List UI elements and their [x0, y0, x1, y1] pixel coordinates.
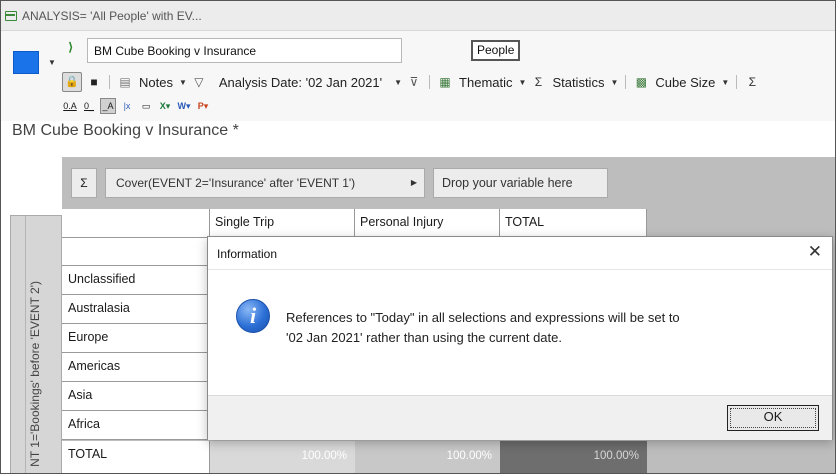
row-variable-axis[interactable]: NT 1='Bookings' before 'EVENT 2') [10, 215, 62, 474]
sigma-button[interactable]: Σ [71, 168, 97, 198]
chevron-down-icon[interactable]: ▼ [721, 78, 729, 87]
column-variable-label: Cover(EVENT 2='Insurance' after 'EVENT 1… [116, 176, 356, 190]
zero-format-icon[interactable]: 0_ [81, 98, 97, 114]
row-header[interactable]: Africa [62, 411, 210, 440]
close-icon[interactable]: ✕ [808, 242, 822, 262]
chevron-down-icon[interactable]: ▼ [519, 78, 527, 87]
table-corner [62, 209, 210, 238]
dialog-message-line: References to "Today" in all selections … [286, 310, 680, 325]
dialog-message: References to "Today" in all selections … [286, 308, 806, 348]
sigma-icon[interactable]: Σ [530, 74, 546, 90]
funnel-filter-icon[interactable]: ⊽ [406, 74, 422, 90]
divider [25, 216, 26, 473]
save-icon[interactable]: ■ [86, 74, 102, 90]
image-export-icon[interactable]: ▭ [138, 98, 154, 114]
separator [429, 75, 431, 89]
column-variable-chip[interactable]: Cover(EVENT 2='Insurance' after 'EVENT 1… [105, 168, 425, 198]
report-title: BM Cube Booking v Insurance * [12, 122, 239, 139]
dialog-footer: OK [208, 395, 832, 440]
analysis-name-input[interactable] [87, 38, 402, 63]
excel-icon[interactable]: X▾ [157, 98, 173, 114]
total-cell[interactable]: 100.00% [500, 441, 647, 474]
decimal-format-icon[interactable]: 0.A [62, 98, 78, 114]
row-header[interactable]: Americas [62, 353, 210, 382]
people-button[interactable]: People [471, 40, 521, 61]
toolbar: ▼ ⟩ People 🔒 ■ ▤ Notes ▼ ▽ Analysis Date… [0, 31, 836, 121]
row-header[interactable]: Asia [62, 382, 210, 411]
chevron-down-icon[interactable]: ▼ [394, 78, 402, 87]
dialog-body: i References to "Today" in all selection… [208, 269, 832, 395]
chevron-down-icon[interactable]: ▼ [610, 78, 618, 87]
word-icon[interactable]: W▾ [176, 98, 192, 114]
separator [109, 75, 110, 89]
info-icon: i [236, 299, 270, 333]
ok-button[interactable]: OK [727, 405, 819, 431]
powerpoint-icon[interactable]: P▾ [195, 98, 211, 114]
sigma-plus-icon[interactable]: Σ [744, 74, 760, 90]
formula-icon[interactable]: |x [119, 98, 135, 114]
cube-size-icon[interactable]: ▩ [633, 74, 649, 90]
row-header[interactable]: Europe [62, 324, 210, 353]
rename-icon: ⟩ [68, 40, 74, 54]
separator [625, 75, 627, 89]
thematic-grid-icon[interactable]: ▦ [437, 74, 453, 90]
statistics-menu[interactable]: Statistics [552, 75, 604, 90]
toolbar-row-main: 🔒 ■ ▤ Notes ▼ ▽ Analysis Date: '02 Jan 2… [62, 71, 760, 93]
analysis-date-button[interactable]: Analysis Date: '02 Jan 2021' [219, 75, 382, 90]
dialog-title: Information [217, 247, 278, 261]
information-dialog: Information ✕ i References to "Today" in… [207, 236, 833, 440]
column-header[interactable]: Single Trip [210, 209, 355, 238]
row-header-total[interactable]: TOTAL [62, 441, 210, 474]
chevron-down-icon[interactable]: ▼ [48, 58, 56, 67]
drop-variable-target[interactable]: Drop your variable here [433, 168, 608, 198]
separator [736, 75, 738, 89]
notes-icon[interactable]: ▤ [117, 74, 133, 90]
column-header[interactable]: TOTAL [500, 209, 647, 238]
total-cell[interactable]: 100.00% [355, 441, 500, 474]
lock-icon[interactable]: 🔒 [62, 72, 82, 92]
total-cell[interactable]: 100.00% [210, 441, 355, 474]
chevron-right-icon[interactable]: ▶ [411, 178, 417, 187]
label-format-icon[interactable]: _A [100, 98, 116, 114]
window-titlebar: ANALYSIS= 'All People' with EV... [0, 0, 836, 31]
row-variable-label: NT 1='Bookings' before 'EVENT 2') [28, 281, 42, 467]
color-swatch-button[interactable] [13, 51, 39, 74]
dialog-message-line: '02 Jan 2021' rather than using the curr… [286, 330, 562, 345]
cube-size-menu[interactable]: Cube Size [655, 75, 715, 90]
toolbar-row-secondary: 0.A 0_ _A |x ▭ X▾ W▾ P▾ [62, 96, 211, 116]
column-header[interactable]: Personal Injury [355, 209, 500, 238]
row-header[interactable]: Unclassified [62, 266, 210, 295]
chevron-down-icon[interactable]: ▼ [179, 78, 187, 87]
notes-menu[interactable]: Notes [139, 75, 173, 90]
thematic-menu[interactable]: Thematic [459, 75, 512, 90]
window-title: ANALYSIS= 'All People' with EV... [22, 9, 202, 23]
row-subheader [62, 238, 210, 266]
filter-icon[interactable]: ▽ [191, 74, 207, 90]
row-header[interactable]: Australasia [62, 295, 210, 324]
window-icon [5, 11, 17, 21]
